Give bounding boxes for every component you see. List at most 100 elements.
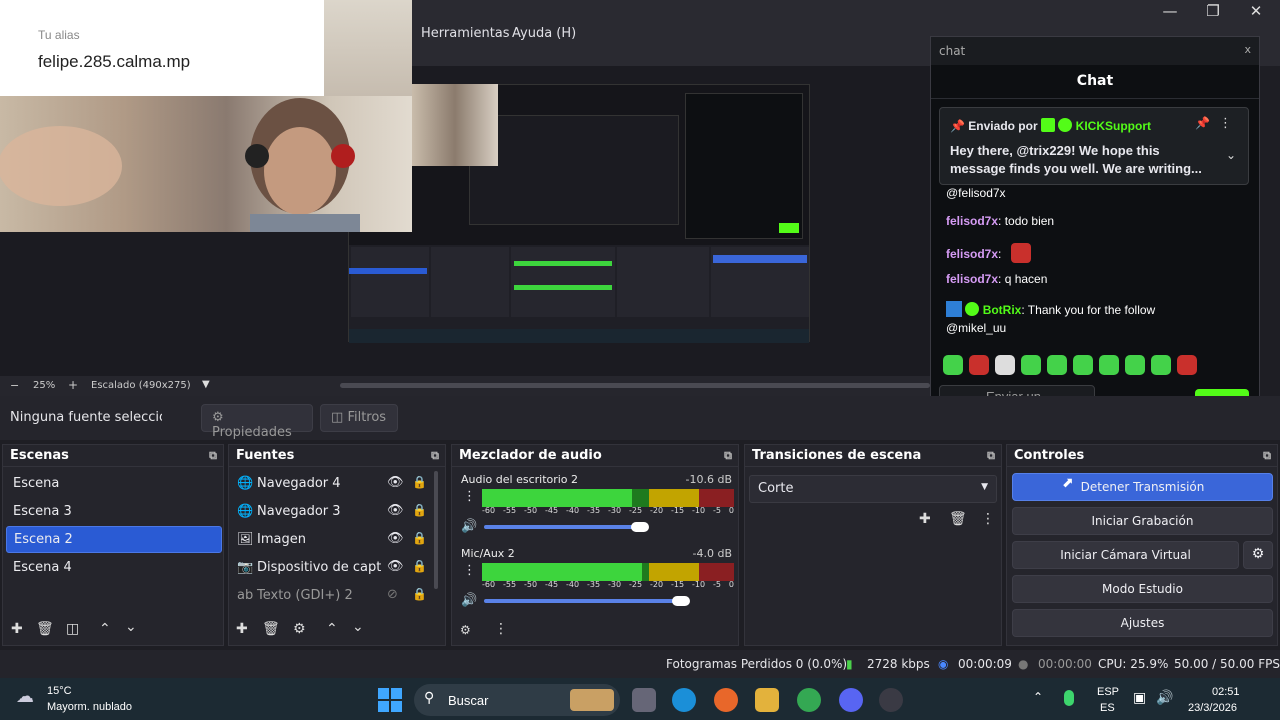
stop-stream-button[interactable]: Detener Transmisión	[1012, 473, 1273, 501]
lock-icon[interactable]: 🔒	[412, 503, 427, 517]
alias-card	[0, 0, 324, 96]
unpin-icon[interactable]: 📌	[1195, 116, 1210, 130]
volume-slider[interactable]	[484, 599, 689, 603]
more-options-icon[interactable]: ⋮	[463, 563, 476, 578]
start-recording-button[interactable]: Iniciar Grabación	[1012, 507, 1273, 535]
arrow-down-icon[interactable]: ⌄	[125, 619, 137, 635]
search-bar[interactable]: ⚲ Buscar	[414, 684, 620, 716]
volume-knob[interactable]	[672, 596, 690, 606]
fps: 50.00 / 50.00 FPS	[1174, 657, 1280, 671]
arrow-up-icon[interactable]: ⌃	[99, 621, 111, 637]
source-item[interactable]: 🖼 Imagen	[233, 527, 438, 554]
advanced-audio-icon[interactable]: ⚙	[460, 623, 471, 637]
menu-ayuda[interactable]: Ayuda (H)	[512, 26, 576, 41]
trash-icon[interactable]: 🗑	[262, 621, 280, 637]
chrome-icon[interactable]	[797, 688, 821, 712]
windows-start-icon[interactable]	[378, 688, 402, 712]
network-icon[interactable]: ▣	[1133, 690, 1146, 706]
filters-button[interactable]: ◫ Filtros	[320, 404, 398, 432]
lock-icon[interactable]: 🔒	[412, 587, 427, 601]
folder-icon[interactable]	[755, 688, 779, 712]
eye-icon[interactable]: 👁	[387, 475, 404, 490]
edge-icon[interactable]	[672, 688, 696, 712]
more-options-icon[interactable]: ⋮	[494, 621, 508, 637]
filter-icon[interactable]: ◫	[66, 621, 79, 637]
chevron-up-icon[interactable]: ⌃	[1033, 690, 1043, 704]
eye-off-icon[interactable]: ⊘	[387, 587, 398, 602]
speaker-icon[interactable]: 🔊	[461, 519, 477, 534]
gear-icon[interactable]: ⚙	[293, 621, 306, 637]
more-options-icon[interactable]: ⋮	[463, 489, 476, 504]
kick-badge-icon	[1040, 118, 1055, 132]
emote-icon	[969, 355, 989, 375]
emote-icon	[943, 355, 963, 375]
add-source-icon[interactable]: ✚	[236, 621, 248, 637]
emote-icon	[1125, 355, 1145, 375]
start-virtual-camera-button[interactable]: Iniciar Cámara Virtual	[1012, 541, 1239, 569]
add-transition-icon[interactable]: ✚	[919, 511, 931, 527]
mic-icon[interactable]	[1064, 690, 1074, 706]
lock-icon[interactable]: 🔒	[412, 531, 427, 545]
menu-herramientas[interactable]: Herramientas	[421, 26, 510, 41]
chat-close-icon[interactable]: x	[1244, 43, 1251, 56]
scene-item[interactable]: Escena 4	[6, 555, 222, 582]
add-scene-icon[interactable]: ✚	[11, 621, 23, 637]
volume-icon[interactable]: 🔊	[1156, 690, 1173, 706]
horizontal-scrollbar[interactable]	[340, 383, 930, 388]
virtual-camera-settings-button[interactable]: ⚙	[1243, 541, 1273, 569]
eye-icon[interactable]: 👁	[387, 503, 404, 518]
more-options-icon[interactable]: ⋮	[1219, 116, 1232, 131]
language-secondary[interactable]: ES	[1100, 702, 1115, 714]
chevron-down-icon[interactable]: ▼	[202, 379, 210, 390]
vertical-scrollbar[interactable]	[434, 471, 438, 589]
mixer-title: Mezclador de audio ⧉	[452, 445, 738, 467]
properties-button[interactable]: ⚙ Propiedades	[201, 404, 313, 440]
volume-slider[interactable]	[484, 525, 644, 529]
discord-icon[interactable]	[839, 688, 863, 712]
angry-emote-icon	[1010, 243, 1031, 263]
emote-bar[interactable]	[943, 355, 1197, 375]
arrow-down-icon[interactable]: ⌄	[352, 619, 364, 635]
scene-item[interactable]: Escena 2	[6, 526, 222, 553]
pinned-message[interactable]: 📌 Enviado por KICKSupport ⋮ 📌 Hey there,…	[939, 107, 1249, 185]
scene-item[interactable]: Escena 3	[6, 499, 222, 526]
bitrate: 2728 kbps	[867, 657, 930, 671]
channel-db: -4.0 dB	[692, 547, 733, 560]
stream-icon: ◉	[938, 657, 949, 671]
more-options-icon[interactable]: ⋮	[981, 511, 995, 527]
verified-icon	[1058, 118, 1073, 132]
obs-icon[interactable]	[879, 688, 903, 712]
pin-icon: 📌	[950, 119, 965, 133]
clock-time[interactable]: 02:51	[1212, 686, 1240, 698]
trash-icon[interactable]: 🗑	[36, 621, 54, 637]
zoom-out-button[interactable]: −	[10, 379, 19, 392]
transition-select[interactable]: Corte ▼	[749, 475, 997, 503]
task-view-icon[interactable]	[632, 688, 656, 712]
scene-item[interactable]: Escena	[6, 471, 222, 498]
weather-icon[interactable]: ☁	[16, 686, 34, 707]
chevron-down-icon[interactable]: ⌄	[1226, 148, 1236, 162]
minimize-button[interactable]: —	[1150, 2, 1190, 22]
clock-date[interactable]: 23/3/2026	[1188, 702, 1237, 714]
source-item[interactable]: 🌐 Navegador 4	[233, 471, 438, 498]
studio-mode-button[interactable]: Modo Estudio	[1012, 575, 1273, 603]
speaker-icon[interactable]: 🔊	[461, 593, 477, 608]
arrow-up-icon[interactable]: ⌃	[326, 621, 338, 637]
eye-icon[interactable]: 👁	[387, 559, 404, 574]
eye-icon[interactable]: 👁	[387, 531, 404, 546]
zoom-in-button[interactable]: +	[68, 378, 78, 392]
lock-icon[interactable]: 🔒	[412, 475, 427, 489]
source-item[interactable]: 🌐 Navegador 3	[233, 499, 438, 526]
lock-icon[interactable]: 🔒	[412, 559, 427, 573]
trash-icon[interactable]: 🗑	[949, 511, 967, 527]
app-icon[interactable]	[714, 688, 738, 712]
source-item[interactable]: ab Texto (GDI+) 2	[233, 583, 438, 610]
chat-message: felisod7x:	[946, 243, 1031, 263]
source-item[interactable]: 📷Dispositivo de captura	[233, 555, 381, 582]
volume-knob[interactable]	[631, 522, 649, 532]
emote-icon	[1099, 355, 1119, 375]
language-primary[interactable]: ESP	[1097, 686, 1119, 698]
settings-button[interactable]: Ajustes	[1012, 609, 1273, 637]
close-button[interactable]: ✕	[1236, 2, 1276, 22]
maximize-button[interactable]: ❐	[1193, 2, 1233, 22]
